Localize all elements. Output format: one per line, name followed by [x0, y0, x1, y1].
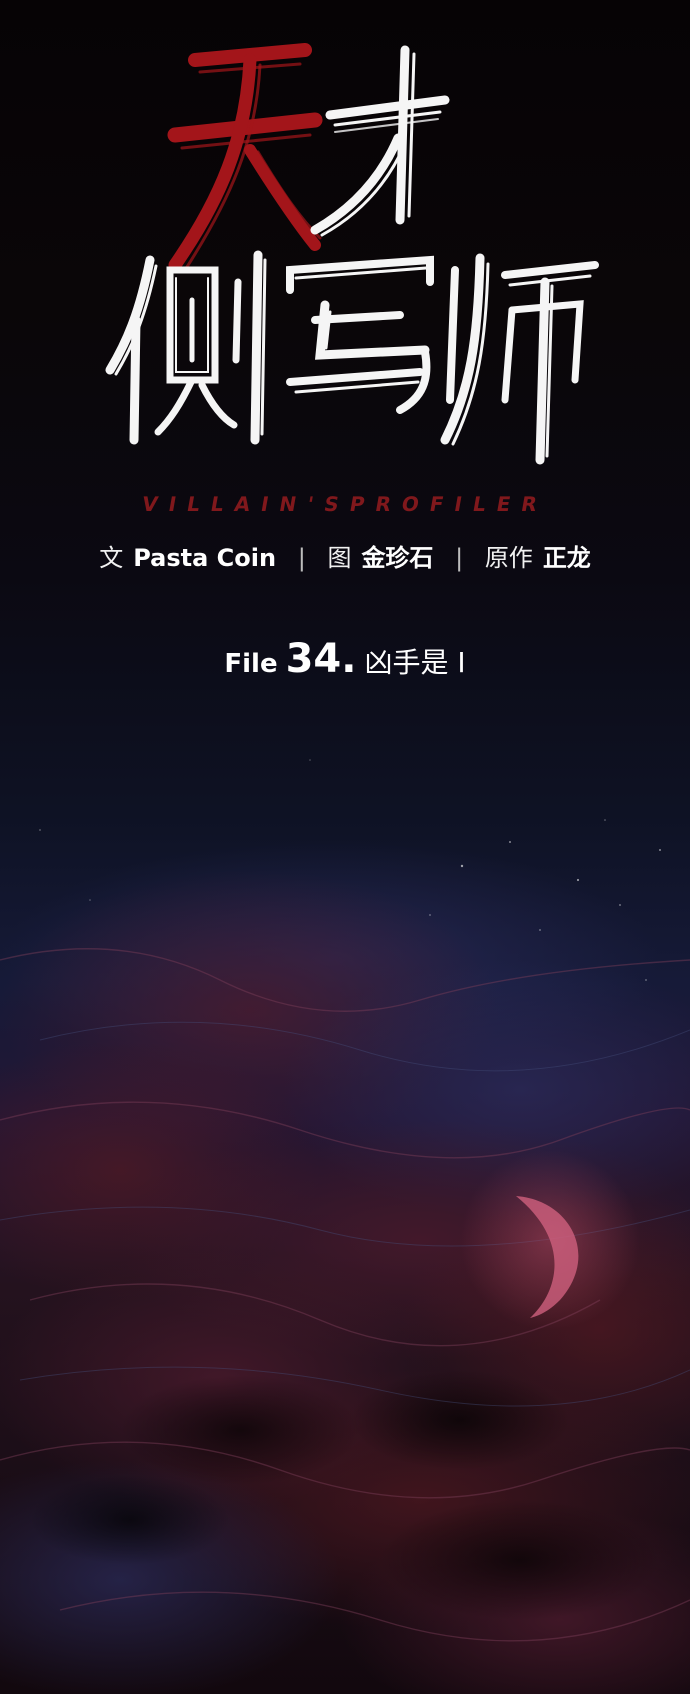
cloud-shadow	[30, 1475, 230, 1565]
cloud-shadow	[120, 1375, 360, 1485]
star	[576, 878, 580, 882]
credit-role: 图	[327, 544, 352, 572]
title-logo	[105, 43, 599, 465]
star	[645, 979, 647, 981]
chapter-number: 34.	[285, 636, 357, 682]
star	[539, 929, 541, 931]
credit-writer: 文 Pasta Coin	[99, 544, 284, 572]
chapter-heading: File 34. 凶手是 I	[0, 636, 690, 682]
star	[509, 841, 511, 843]
cloud-shadow	[380, 1500, 660, 1620]
credit-artist: 图金珍石	[327, 544, 441, 572]
credit-name: 正龙	[542, 544, 591, 572]
cloud-shadow	[350, 1370, 570, 1470]
star	[659, 849, 661, 851]
credit-original: 原作 正龙	[485, 544, 591, 572]
chapter-cover: VILLAIN'SPROFILER 文 Pasta Coin | 图金珍石 | 原…	[0, 0, 690, 1694]
credits-line: 文 Pasta Coin | 图金珍石 | 原作 正龙	[0, 538, 690, 573]
credit-separator: |	[455, 544, 464, 572]
star	[309, 759, 311, 761]
credit-separator: |	[297, 544, 306, 572]
credit-name: 金珍石	[361, 544, 434, 572]
credit-name: Pasta Coin	[133, 544, 277, 572]
star	[89, 899, 91, 901]
star	[429, 914, 431, 916]
english-subtitle: VILLAIN'SPROFILER	[140, 492, 550, 516]
title-red-glyph-tian	[167, 43, 323, 272]
title-white-glyph-cai	[310, 45, 450, 237]
star	[460, 864, 464, 868]
chapter-prefix: File	[224, 649, 278, 679]
chapter-title: 凶手是 I	[364, 646, 466, 679]
star	[619, 904, 621, 906]
credit-role: 文	[99, 544, 124, 572]
star	[604, 819, 606, 821]
title-white-glyph-ce-xie-shi	[105, 250, 599, 465]
credit-role: 原作	[484, 544, 533, 572]
star	[39, 829, 41, 831]
